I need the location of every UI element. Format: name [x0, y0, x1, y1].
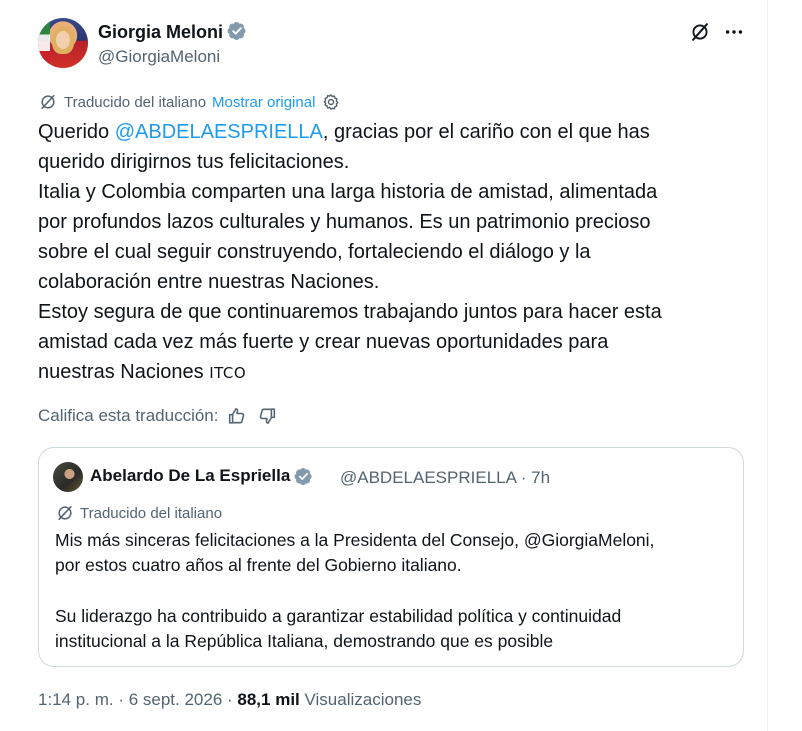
- rate-translation-bar: Califica esta traducción:: [38, 405, 278, 427]
- quoted-tweet[interactable]: Abelardo De La Espriella @ABDELAESPRIELL…: [38, 447, 744, 667]
- author-name[interactable]: Giorgia Meloni: [98, 21, 247, 43]
- tweet-text: Querido @ABDELAESPRIELLA, gracias por el…: [38, 117, 738, 388]
- mention-link[interactable]: @ABDELAESPRIELLA: [115, 121, 323, 143]
- quoted-author-name-text[interactable]: Abelardo De La Espriella: [90, 466, 290, 486]
- thumbs-down-icon[interactable]: [256, 405, 278, 427]
- views-label: Visualizaciones: [299, 690, 422, 709]
- tweet-line: querido dirigirnos tus felicitaciones.: [38, 151, 350, 173]
- tweet-line: Italia y Colombia comparten una larga hi…: [38, 181, 658, 203]
- tweet-line: Querido @ABDELAESPRIELLA, gracias por el…: [38, 117, 738, 147]
- more-icon[interactable]: [722, 21, 746, 43]
- tweet-meta: 1:14 p. m. · 6 sept. 2026 · 88,1 mil Vis…: [38, 690, 421, 710]
- thumbs-up-icon[interactable]: [226, 405, 248, 427]
- tweet-line: por profundos lazos culturales y humanos…: [38, 211, 651, 233]
- quoted-tweet-text: Mis más sinceras felicitaciones a la Pre…: [55, 528, 735, 654]
- author-name-text[interactable]: Giorgia Meloni: [98, 22, 223, 42]
- quoted-line: Mis más sinceras felicitaciones a la Pre…: [55, 530, 655, 550]
- quoted-author-avatar[interactable]: [53, 462, 83, 492]
- translate-icon: [58, 505, 72, 521]
- translate-icon: [41, 94, 55, 110]
- quoted-line: institucional a la República Italiana, d…: [55, 631, 554, 651]
- show-original-link[interactable]: Mostrar original: [212, 94, 315, 111]
- grok-icon[interactable]: [689, 21, 711, 43]
- author-handle[interactable]: @GiorgiaMeloni: [98, 47, 220, 67]
- avatar-face: [56, 31, 70, 49]
- tweet-line9-text: nuestras Naciones: [38, 361, 210, 383]
- avatar-flag: [38, 18, 50, 68]
- tweet-datetime[interactable]: 1:14 p. m. · 6 sept. 2026 ·: [38, 690, 237, 709]
- tweet-line1-suffix: , gracias por el cariño con el que has: [322, 121, 650, 143]
- verified-badge-icon: [294, 467, 312, 485]
- quoted-translation-bar: Traducido del italiano: [55, 503, 222, 523]
- tweet-line: sobre el cual seguir construyendo, forta…: [38, 241, 591, 263]
- quoted-paragraph-gap: [55, 578, 735, 604]
- settings-icon[interactable]: [321, 92, 341, 112]
- rate-label: Califica esta traducción:: [38, 406, 219, 425]
- tweet-line: Estoy segura de que continuaremos trabaj…: [38, 301, 662, 323]
- tweet-line: amistad cada vez más fuerte y crear nuev…: [38, 331, 609, 353]
- quoted-translated-label: Traducido del italiano: [80, 504, 223, 522]
- tweet-line: nuestras Naciones ITCO: [38, 357, 738, 388]
- translation-bar: Traducido del italiano Mostrar original: [38, 92, 341, 112]
- translated-label: Traducido del italiano: [64, 93, 207, 111]
- flag-emojis: ITCO: [209, 364, 247, 382]
- views-count: 88,1 mil: [237, 690, 300, 709]
- tweet-line: colaboración entre nuestras Naciones.: [38, 271, 380, 293]
- quoted-author-handle-time[interactable]: @ABDELAESPRIELLA · 7h: [340, 468, 550, 488]
- quoted-line: por estos cuatro años al frente del Gobi…: [55, 555, 462, 575]
- verified-badge-icon: [227, 22, 246, 40]
- author-avatar[interactable]: [38, 18, 88, 68]
- tweet-line1-prefix: Querido: [38, 121, 115, 143]
- column-border: [767, 0, 768, 731]
- quoted-author-name[interactable]: Abelardo De La Espriella: [90, 466, 313, 486]
- tweet-detail: Giorgia Meloni @GiorgiaMeloni Traducido …: [0, 0, 767, 731]
- quoted-line: Su liderazgo ha contribuido a garantizar…: [55, 606, 622, 626]
